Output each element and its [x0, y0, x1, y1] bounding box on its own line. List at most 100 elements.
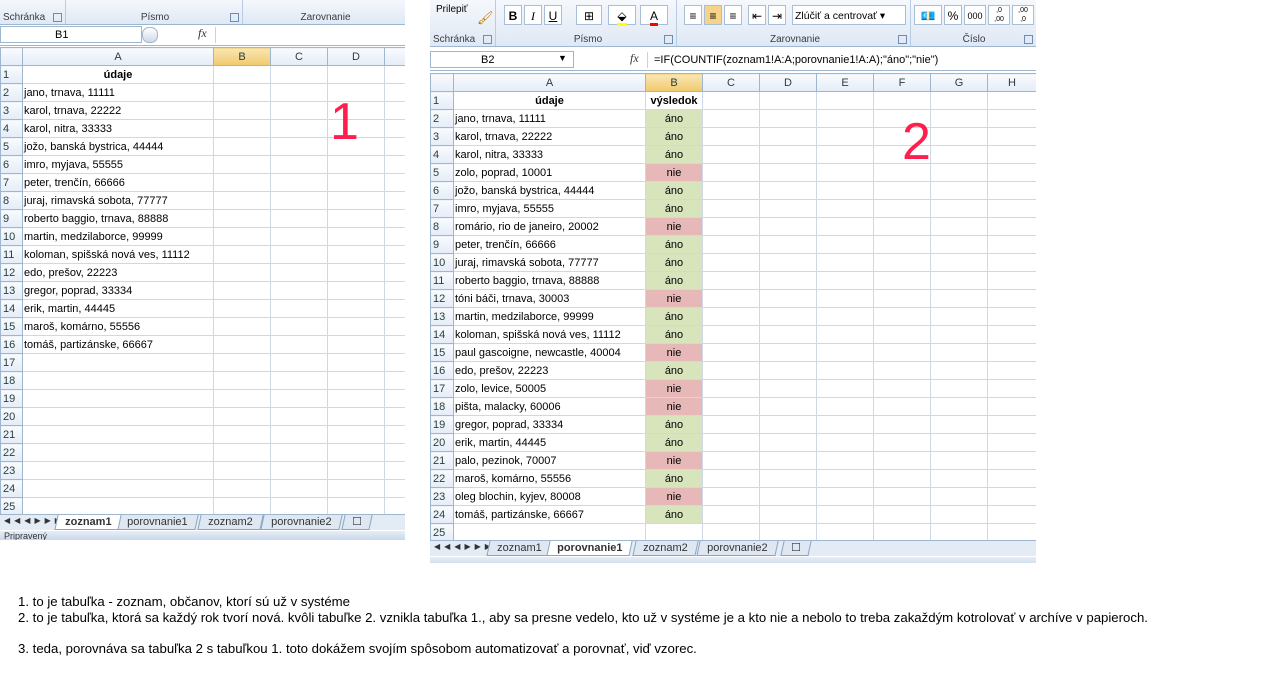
column-header-c[interactable]: C — [702, 73, 760, 92]
cell-empty[interactable] — [816, 343, 874, 362]
cell-empty[interactable] — [384, 425, 405, 444]
cell-empty[interactable] — [270, 353, 328, 372]
cell-empty[interactable] — [270, 83, 328, 102]
cell-empty[interactable] — [270, 479, 328, 498]
cell-a[interactable] — [22, 407, 214, 426]
cell-empty[interactable] — [873, 253, 931, 272]
cell-empty[interactable] — [213, 83, 271, 102]
row-header[interactable]: 14 — [430, 325, 454, 344]
cell-empty[interactable] — [384, 119, 405, 138]
formula-input[interactable]: =IF(COUNTIF(zoznam1!A:A;porovnanie1!A:A)… — [654, 52, 938, 68]
cell-empty[interactable] — [873, 235, 931, 254]
cell-a[interactable]: peter, trenčín, 66666 — [453, 235, 646, 254]
cell-empty[interactable] — [327, 407, 385, 426]
cell-empty[interactable] — [270, 389, 328, 408]
cell-empty[interactable] — [987, 163, 1036, 182]
cell-empty[interactable] — [270, 65, 328, 84]
cell-a[interactable] — [22, 497, 214, 516]
cell-b[interactable]: áno — [645, 307, 703, 326]
cell-empty[interactable] — [270, 137, 328, 156]
sheet-nav-arrows-icon[interactable]: ◀◀◀▶▶▶ — [434, 542, 495, 551]
cell-empty[interactable] — [270, 371, 328, 390]
cell-empty[interactable] — [759, 109, 817, 128]
cell-empty[interactable] — [384, 101, 405, 120]
row-header[interactable]: 24 — [0, 479, 23, 498]
column-header-e[interactable]: E — [816, 73, 874, 92]
cell-b[interactable]: áno — [645, 199, 703, 218]
cell-empty[interactable] — [759, 343, 817, 362]
row-header[interactable]: 1 — [0, 65, 23, 84]
cell-empty[interactable] — [327, 461, 385, 480]
cell-a[interactable] — [22, 461, 214, 480]
cell-empty[interactable] — [930, 109, 988, 128]
cell-empty[interactable] — [327, 443, 385, 462]
cell-empty[interactable] — [987, 181, 1036, 200]
cell-a[interactable]: karol, nitra, 33333 — [453, 145, 646, 164]
cell-empty[interactable] — [384, 137, 405, 156]
column-header-partial[interactable] — [384, 47, 405, 66]
name-box[interactable]: B1 — [0, 26, 142, 43]
cell-empty[interactable] — [384, 191, 405, 210]
sheet-tab-porovnanie1[interactable]: porovnanie1 — [116, 515, 199, 530]
cell-b[interactable]: áno — [645, 109, 703, 128]
cell-empty[interactable] — [384, 335, 405, 354]
row-header[interactable]: 3 — [430, 127, 454, 146]
cell-empty[interactable] — [759, 253, 817, 272]
cell-empty[interactable] — [987, 397, 1036, 416]
cell-empty[interactable] — [213, 461, 271, 480]
row-header[interactable]: 6 — [430, 181, 454, 200]
cell-empty[interactable] — [759, 217, 817, 236]
row-header[interactable]: 8 — [430, 217, 454, 236]
cell-b[interactable]: áno — [645, 181, 703, 200]
cell-empty[interactable] — [327, 245, 385, 264]
cell-a[interactable]: erik, martin, 44445 — [22, 299, 214, 318]
cell-empty[interactable] — [270, 461, 328, 480]
column-header-d[interactable]: D — [759, 73, 817, 92]
row-header[interactable]: 17 — [0, 353, 23, 372]
cell-a[interactable]: maroš, komárno, 55556 — [453, 469, 646, 488]
cell-empty[interactable] — [702, 433, 760, 452]
cell-empty[interactable] — [384, 497, 405, 516]
cell-empty[interactable] — [816, 289, 874, 308]
cell-empty[interactable] — [213, 155, 271, 174]
cell-empty[interactable] — [702, 505, 760, 524]
cell-empty[interactable] — [759, 181, 817, 200]
cell-empty[interactable] — [759, 433, 817, 452]
cell-a[interactable] — [22, 389, 214, 408]
cell-empty[interactable] — [987, 505, 1036, 524]
cell-empty[interactable] — [213, 317, 271, 336]
cell-empty[interactable] — [213, 119, 271, 138]
cell-empty[interactable] — [930, 469, 988, 488]
cell-empty[interactable] — [213, 191, 271, 210]
cell-empty[interactable] — [702, 415, 760, 434]
cell-a[interactable]: karol, nitra, 33333 — [22, 119, 214, 138]
cell-empty[interactable] — [816, 325, 874, 344]
dialog-launcher-icon[interactable] — [898, 35, 907, 44]
cell-empty[interactable] — [327, 425, 385, 444]
cell-a[interactable]: peter, trenčín, 66666 — [22, 173, 214, 192]
cell-empty[interactable] — [270, 173, 328, 192]
cell-empty[interactable] — [873, 379, 931, 398]
sheet-tab-porovnanie1[interactable]: porovnanie1 — [546, 541, 634, 556]
cell-empty[interactable] — [987, 523, 1036, 542]
cell-empty[interactable] — [759, 127, 817, 146]
cell-empty[interactable] — [930, 379, 988, 398]
cell-empty[interactable] — [930, 343, 988, 362]
cell-a[interactable]: jano, trnava, 11111 — [453, 109, 646, 128]
cell-empty[interactable] — [987, 199, 1036, 218]
cell-a[interactable]: martin, medzilaborce, 99999 — [22, 227, 214, 246]
italic-button[interactable]: I — [524, 5, 542, 25]
cell-empty[interactable] — [816, 235, 874, 254]
cell-empty[interactable] — [987, 289, 1036, 308]
sheet-tab-zoznam1[interactable]: zoznam1 — [486, 541, 553, 556]
row-header[interactable]: 18 — [430, 397, 454, 416]
cell-empty[interactable] — [987, 145, 1036, 164]
cell-empty[interactable] — [702, 217, 760, 236]
cell-b[interactable]: áno — [645, 505, 703, 524]
column-header-g[interactable]: G — [930, 73, 988, 92]
cell-empty[interactable] — [816, 109, 874, 128]
cell-empty[interactable] — [384, 389, 405, 408]
cell-empty[interactable] — [702, 91, 760, 110]
cell-empty[interactable] — [987, 217, 1036, 236]
cell-empty[interactable] — [873, 397, 931, 416]
